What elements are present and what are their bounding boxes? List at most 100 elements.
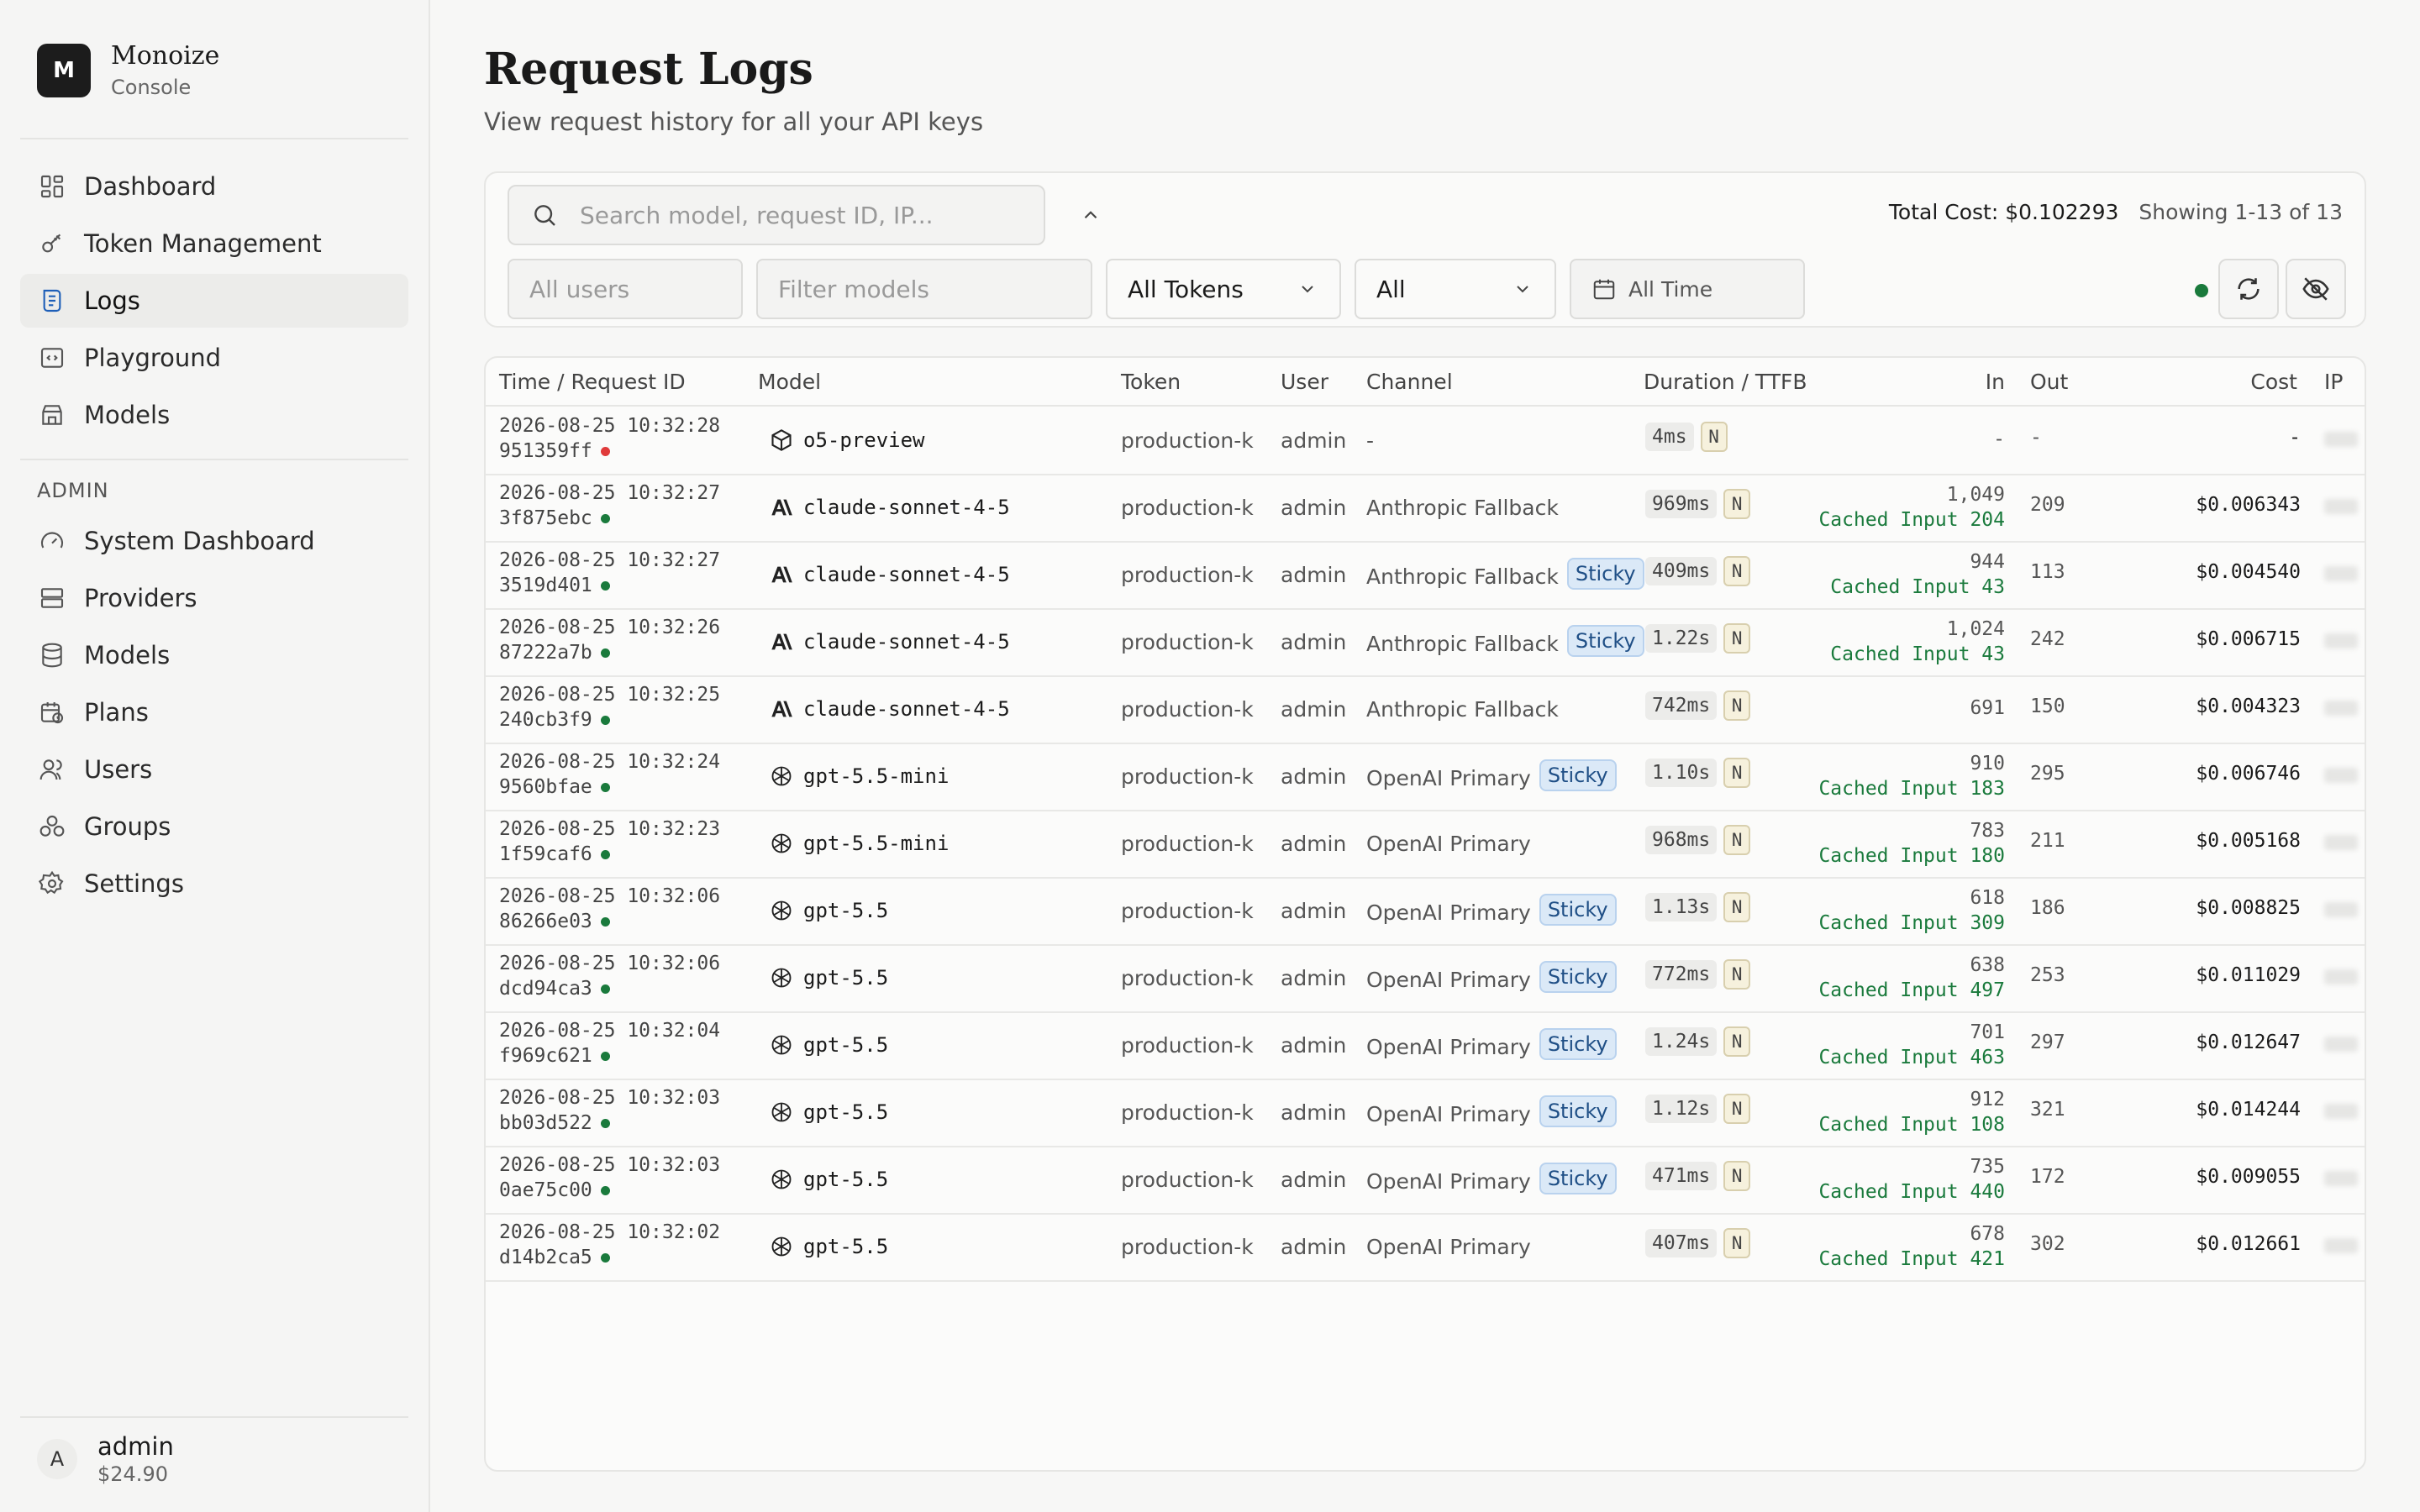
- search-input[interactable]: [580, 201, 1034, 229]
- request-id[interactable]: 0ae75c00: [499, 1178, 592, 1203]
- column-header-channel[interactable]: Channel: [1366, 370, 1453, 394]
- sidebar-divider: [20, 1416, 408, 1418]
- table-row[interactable]: 2026-08-25 10:32:06 86266e03 gpt-5.5 pro…: [486, 879, 2365, 946]
- duration-badge: 742ms: [1645, 691, 1718, 720]
- column-header-time[interactable]: Time / Request ID: [499, 370, 686, 394]
- ip-address-hidden: [2324, 696, 2361, 721]
- channel-name: OpenAI Primary: [1366, 1168, 1531, 1194]
- column-header-duration[interactable]: Duration / TTFB: [1644, 370, 1807, 394]
- request-id[interactable]: 240cb3f9: [499, 707, 592, 732]
- sidebar-item-label: Models: [84, 641, 171, 669]
- table-row[interactable]: 2026-08-25 10:32:03 0ae75c00 gpt-5.5 pro…: [486, 1147, 2365, 1215]
- status-dot: [600, 715, 610, 725]
- request-id[interactable]: dcd94ca3: [499, 976, 592, 1001]
- table-row[interactable]: 2026-08-25 10:32:02 d14b2ca5 gpt-5.5 pro…: [486, 1215, 2365, 1282]
- table-row[interactable]: 2026-08-25 10:32:28 951359ff o5-preview …: [486, 408, 2365, 475]
- sidebar-item-providers[interactable]: Providers: [20, 571, 408, 625]
- request-id[interactable]: d14b2ca5: [499, 1245, 592, 1270]
- cost-value: $0.004323: [2196, 696, 2301, 717]
- chevron-down-icon: [1517, 286, 1528, 293]
- brand[interactable]: M Monoize Console: [37, 40, 219, 101]
- channel-cell: Anthropic Fallback: [1366, 697, 1559, 722]
- status-dot: [600, 1185, 610, 1195]
- request-id[interactable]: bb03d522: [499, 1110, 592, 1136]
- ip-blur: [2324, 902, 2358, 917]
- sidebar-item-admin-models[interactable]: Models: [20, 628, 408, 682]
- sidebar-item-dashboard[interactable]: Dashboard: [20, 160, 408, 213]
- column-header-in[interactable]: In: [1986, 370, 2005, 394]
- column-header-model[interactable]: Model: [758, 370, 821, 394]
- column-header-cost[interactable]: Cost: [2250, 370, 2297, 394]
- request-id[interactable]: 951359ff: [499, 438, 592, 464]
- ttfb-badge: N: [1723, 825, 1751, 855]
- column-header-ip[interactable]: IP: [2324, 370, 2343, 394]
- request-time: 2026-08-25 10:32:06: [499, 953, 721, 974]
- request-time: 2026-08-25 10:32:25: [499, 684, 721, 706]
- ttfb-badge: N: [1723, 1228, 1751, 1258]
- ip-address-hidden: [2324, 763, 2361, 788]
- sidebar-item-users[interactable]: Users: [20, 743, 408, 796]
- table-row[interactable]: 2026-08-25 10:32:26 87222a7b claude-sonn…: [486, 610, 2365, 677]
- request-id[interactable]: f969c621: [499, 1043, 592, 1068]
- brand-name: Monoize: [111, 41, 220, 71]
- table-row[interactable]: 2026-08-25 10:32:27 3f875ebc claude-sonn…: [486, 475, 2365, 543]
- user-filter-input[interactable]: All users: [508, 259, 743, 319]
- time-range-picker[interactable]: All Time: [1570, 259, 1805, 319]
- collapse-filters-button[interactable]: [1074, 198, 1107, 232]
- model-filter-input[interactable]: Filter models: [756, 259, 1092, 319]
- table-row[interactable]: 2026-08-25 10:32:25 240cb3f9 claude-sonn…: [486, 677, 2365, 744]
- sidebar-item-logs[interactable]: Logs: [20, 274, 408, 328]
- sticky-badge: Sticky: [1539, 1095, 1617, 1127]
- sidebar-item-models[interactable]: Models: [20, 388, 408, 442]
- token-name: production-key: [1121, 1100, 1254, 1125]
- column-header-token[interactable]: Token: [1121, 370, 1181, 394]
- request-id[interactable]: 3f875ebc: [499, 506, 592, 531]
- status-select[interactable]: All: [1355, 259, 1556, 319]
- sidebar-item-settings[interactable]: Settings: [20, 857, 408, 911]
- table-row[interactable]: 2026-08-25 10:32:23 1f59caf6 gpt-5.5-min…: [486, 811, 2365, 879]
- input-tokens: 691: [1970, 697, 2005, 719]
- request-id[interactable]: 87222a7b: [499, 640, 592, 665]
- request-id[interactable]: 3519d401: [499, 573, 592, 598]
- sidebar-item-token-management[interactable]: Token Management: [20, 217, 408, 270]
- channel-cell: OpenAI Primary Sticky: [1366, 1163, 1617, 1194]
- user-menu[interactable]: A admin $24.90: [37, 1431, 174, 1487]
- model-name: gpt-5.5: [803, 966, 889, 990]
- search-box[interactable]: [508, 185, 1045, 245]
- table-row[interactable]: 2026-08-25 10:32:06 dcd94ca3 gpt-5.5 pro…: [486, 946, 2365, 1013]
- token-select[interactable]: All Tokens: [1106, 259, 1341, 319]
- table-row[interactable]: 2026-08-25 10:32:03 bb03d522 gpt-5.5 pro…: [486, 1080, 2365, 1147]
- table-row[interactable]: 2026-08-25 10:32:27 3519d401 claude-sonn…: [486, 543, 2365, 610]
- input-tokens: 735 Cached Input 440: [1818, 1154, 2005, 1205]
- model-cell: o5-preview: [768, 427, 925, 454]
- sidebar-item-label: Plans: [84, 698, 149, 727]
- refresh-button[interactable]: [2218, 259, 2279, 319]
- toggle-visibility-button[interactable]: [2286, 259, 2346, 319]
- request-id[interactable]: 9560bfae: [499, 774, 592, 800]
- ip-blur: [2324, 499, 2358, 514]
- column-header-user[interactable]: User: [1281, 370, 1328, 394]
- time-request-id: 2026-08-25 10:32:28 951359ff: [499, 413, 720, 464]
- time-request-id: 2026-08-25 10:32:24 9560bfae: [499, 749, 720, 800]
- request-id[interactable]: 86266e03: [499, 909, 592, 934]
- user-name-cell: admin: [1281, 630, 1347, 654]
- request-time: 2026-08-25 10:32:27: [499, 549, 721, 571]
- column-header-out[interactable]: Out: [2030, 370, 2068, 394]
- request-id[interactable]: 1f59caf6: [499, 842, 592, 867]
- channel-cell: -: [1366, 428, 1374, 453]
- table-row[interactable]: 2026-08-25 10:32:24 9560bfae gpt-5.5-min…: [486, 744, 2365, 811]
- openai-icon: [768, 1099, 795, 1126]
- duration-badge: 1.13s: [1645, 893, 1718, 921]
- sidebar-item-system-dashboard[interactable]: System Dashboard: [20, 514, 408, 568]
- ip-blur: [2324, 566, 2358, 581]
- sidebar-item-plans[interactable]: Plans: [20, 685, 408, 739]
- sidebar-item-groups[interactable]: Groups: [20, 800, 408, 853]
- sidebar-item-playground[interactable]: Playground: [20, 331, 408, 385]
- duration-cell: 1.10s N: [1645, 758, 1751, 788]
- input-token-count: 618: [1970, 887, 2005, 909]
- filter-bar: Total Cost: $0.102293 Showing 1-13 of 13…: [484, 171, 2366, 328]
- log-stats: Total Cost: $0.102293 Showing 1-13 of 13: [1889, 200, 2343, 224]
- sticky-badge: Sticky: [1539, 1028, 1617, 1060]
- time-request-id: 2026-08-25 10:32:26 87222a7b: [499, 615, 720, 665]
- table-row[interactable]: 2026-08-25 10:32:04 f969c621 gpt-5.5 pro…: [486, 1013, 2365, 1080]
